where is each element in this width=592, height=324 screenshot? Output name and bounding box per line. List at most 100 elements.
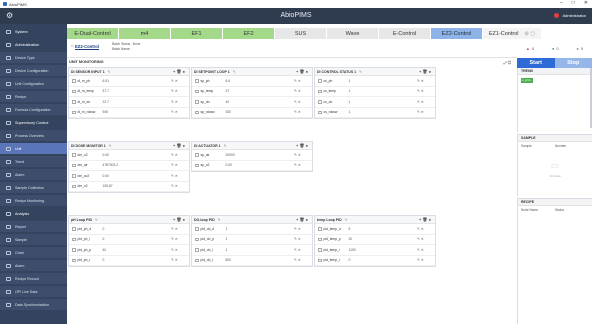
sidebar-item-recipe-record[interactable]: Recipe Record	[0, 273, 67, 284]
row-checkbox[interactable]	[72, 227, 76, 231]
sidebar-item-sample[interactable]: Sample	[0, 234, 67, 245]
row-actions[interactable]: ✎ ✕	[417, 258, 435, 262]
trend-chip[interactable]: m_ph/m..	[521, 78, 533, 83]
sidebar-item-alarm[interactable]: Alarm	[0, 169, 67, 180]
row-actions[interactable]: ✎ ✕	[417, 248, 435, 252]
row-checkbox[interactable]	[72, 153, 76, 157]
edit-icon[interactable]: ✎	[95, 218, 98, 222]
start-button[interactable]: Start	[517, 58, 555, 68]
tab-sus[interactable]: SUS	[275, 28, 327, 39]
sidebar-item-administration[interactable]: Administration	[0, 39, 67, 50]
sidebar-item-unit-configuration[interactable]: Unit Configuration	[0, 78, 67, 89]
tab-tools-icon[interactable]: ⚙ ▢	[525, 31, 536, 37]
sidebar-item-recipe[interactable]: Recipe	[0, 91, 67, 102]
row-checkbox[interactable]	[72, 174, 76, 178]
edit-icon[interactable]: ✎	[218, 218, 221, 222]
row-actions[interactable]: ✎ ✕	[294, 163, 312, 167]
row-actions[interactable]: ✎ ✕	[171, 248, 189, 252]
row-actions[interactable]: ✎ ✕	[294, 89, 312, 93]
row-checkbox[interactable]	[195, 258, 199, 262]
edit-icon[interactable]: ✎	[108, 70, 111, 74]
row-checkbox[interactable]	[195, 153, 199, 157]
row-checkbox[interactable]	[318, 79, 322, 83]
row-checkbox[interactable]	[72, 237, 76, 241]
section-tools[interactable]: ⤢ ⬚	[504, 60, 511, 65]
sidebar-item-formula-configuration[interactable]: Formula Configuration	[0, 104, 67, 115]
tab-ez1-control[interactable]: EZ1-Control ⚙ ▢	[483, 28, 542, 39]
row-actions[interactable]: ✎ ✕	[294, 100, 312, 104]
maximize-icon[interactable]: □	[572, 0, 575, 6]
row-checkbox[interactable]	[195, 248, 199, 252]
sidebar-item-analysis[interactable]: Analysis	[0, 208, 67, 219]
row-checkbox[interactable]	[72, 100, 76, 104]
row-actions[interactable]: ✎ ✕	[171, 237, 189, 241]
sidebar-item-system[interactable]: System	[0, 26, 67, 37]
panel-tools[interactable]: + 🗑 ●	[296, 143, 308, 148]
row-actions[interactable]: ✎ ✕	[294, 227, 312, 231]
row-actions[interactable]: ✎ ✕	[171, 100, 189, 104]
row-checkbox[interactable]	[318, 100, 322, 104]
row-checkbox[interactable]	[318, 110, 322, 114]
row-actions[interactable]: ✎ ✕	[294, 79, 312, 83]
row-checkbox[interactable]	[72, 163, 76, 167]
tab-ez2-control[interactable]: EZ2-Control	[431, 28, 483, 39]
sidebar-item-alarm[interactable]: Alarm	[0, 260, 67, 271]
row-actions[interactable]: ✎ ✕	[417, 100, 435, 104]
row-actions[interactable]: ✎ ✕	[171, 163, 189, 167]
row-checkbox[interactable]	[318, 89, 322, 93]
row-checkbox[interactable]	[195, 237, 199, 241]
row-checkbox[interactable]	[72, 184, 76, 188]
row-checkbox[interactable]	[195, 227, 199, 231]
sidebar-item-opi-live-data[interactable]: OPI Live Data	[0, 286, 67, 297]
sidebar-item-data-synchronization[interactable]: Data Synchronization	[0, 299, 67, 310]
row-checkbox[interactable]	[318, 248, 322, 252]
row-actions[interactable]: ✎ ✕	[417, 79, 435, 83]
sidebar-item-report[interactable]: Report	[0, 221, 67, 232]
row-actions[interactable]: ✎ ✕	[294, 237, 312, 241]
row-checkbox[interactable]	[72, 79, 76, 83]
row-checkbox[interactable]	[72, 89, 76, 93]
sidebar-item-device-type[interactable]: Device Type	[0, 52, 67, 63]
row-actions[interactable]: ✎ ✕	[417, 110, 435, 114]
user-menu[interactable]: Administrator	[554, 13, 586, 18]
edit-icon[interactable]: ✎	[109, 144, 112, 148]
breadcrumb[interactable]: EZ2-Control	[75, 44, 99, 49]
home-icon[interactable]: ⌂	[71, 43, 73, 48]
tab-wave[interactable]: Wave	[327, 28, 379, 39]
close-icon[interactable]: ✕	[584, 0, 588, 6]
row-actions[interactable]: ✎ ✕	[171, 174, 189, 178]
row-checkbox[interactable]	[195, 163, 199, 167]
panel-tools[interactable]: + 🗑 ●	[296, 217, 308, 222]
tab-ef1[interactable]: EF1	[171, 28, 223, 39]
tab-ef2[interactable]: EF2	[223, 28, 275, 39]
row-checkbox[interactable]	[72, 258, 76, 262]
row-actions[interactable]: ✎ ✕	[417, 89, 435, 93]
row-actions[interactable]: ✎ ✕	[171, 227, 189, 231]
row-checkbox[interactable]	[318, 227, 322, 231]
row-actions[interactable]: ✎ ✕	[294, 258, 312, 262]
row-actions[interactable]: ✎ ✕	[294, 153, 312, 157]
row-checkbox[interactable]	[318, 237, 322, 241]
row-actions[interactable]: ✎ ✕	[417, 237, 435, 241]
row-checkbox[interactable]	[195, 110, 199, 114]
row-actions[interactable]: ✎ ✕	[171, 184, 189, 188]
tab-e-dual-control[interactable]: E-Dual-Control	[67, 28, 119, 39]
sidebar-item-chart[interactable]: Chart	[0, 247, 67, 258]
panel-tools[interactable]: + 🗑 ●	[173, 217, 185, 222]
sidebar-item-unit[interactable]: Unit	[0, 143, 67, 154]
tab-e-control[interactable]: E-Control	[379, 28, 431, 39]
sidebar-item-process-overview[interactable]: Process Overview	[0, 130, 67, 141]
row-actions[interactable]: ✎ ✕	[171, 153, 189, 157]
row-checkbox[interactable]	[195, 89, 199, 93]
edit-icon[interactable]: ✎	[359, 70, 362, 74]
row-checkbox[interactable]	[72, 110, 76, 114]
sidebar-item-trend[interactable]: Trend	[0, 156, 67, 167]
stop-button[interactable]: Stop	[554, 58, 592, 68]
panel-tools[interactable]: + 🗑 ●	[173, 69, 185, 74]
sidebar-item-device-configuration[interactable]: Device Configuration	[0, 65, 67, 76]
panel-tools[interactable]: + 🗑 ●	[419, 217, 431, 222]
panel-tools[interactable]: + 🗑 ●	[173, 143, 185, 148]
row-checkbox[interactable]	[72, 248, 76, 252]
panel-tools[interactable]: + 🗑 ●	[419, 69, 431, 74]
row-actions[interactable]: ✎ ✕	[171, 110, 189, 114]
